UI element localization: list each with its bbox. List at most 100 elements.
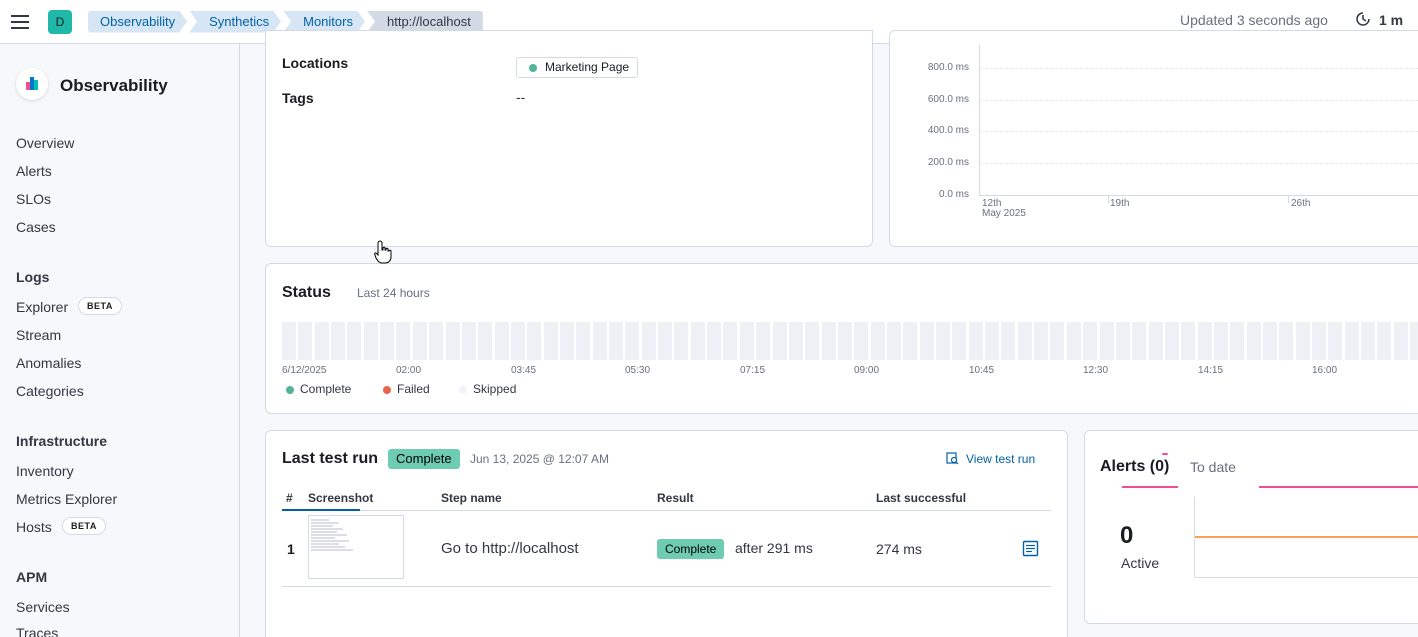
inspect-icon[interactable] <box>946 452 959 465</box>
status-timeline-cell[interactable] <box>822 322 836 360</box>
sidebar-item-metrics-explorer[interactable]: Metrics Explorer <box>16 491 117 507</box>
refresh-icon[interactable] <box>1355 11 1371 27</box>
status-timeline-cell[interactable] <box>642 322 656 360</box>
status-timeline-cell[interactable] <box>1377 322 1391 360</box>
status-timeline-cell[interactable] <box>1410 322 1418 360</box>
status-timeline-cell[interactable] <box>1279 322 1293 360</box>
status-timeline-cell[interactable] <box>1328 322 1342 360</box>
sidebar-item-anomalies[interactable]: Anomalies <box>16 355 81 371</box>
status-timeline-cell[interactable] <box>936 322 950 360</box>
status-timeline-cell[interactable] <box>1263 322 1277 360</box>
status-timeline-cell[interactable] <box>429 322 443 360</box>
status-timeline-cell[interactable] <box>478 322 492 360</box>
status-timeline-cell[interactable] <box>1181 322 1195 360</box>
status-timeline-cell[interactable] <box>1361 322 1375 360</box>
status-timeline-cell[interactable] <box>707 322 721 360</box>
status-timeline-cell[interactable] <box>1345 322 1359 360</box>
status-timeline-cell[interactable] <box>1034 322 1048 360</box>
x-tick-mark <box>1108 195 1109 203</box>
sidebar-item-inventory[interactable]: Inventory <box>16 463 74 479</box>
status-timeline-cell[interactable] <box>380 322 394 360</box>
sidebar: Observability Overview Alerts SLOs Cases… <box>0 44 240 637</box>
status-timeline-cell[interactable] <box>920 322 934 360</box>
status-timeline-cell[interactable] <box>773 322 787 360</box>
sidebar-item-slos[interactable]: SLOs <box>16 191 51 207</box>
status-timeline-cell[interactable] <box>1214 322 1228 360</box>
status-timeline-cell[interactable] <box>871 322 885 360</box>
sidebar-item-services[interactable]: Services <box>16 599 70 615</box>
breadcrumb-observability[interactable]: Observability <box>88 11 187 33</box>
sidebar-item-stream[interactable]: Stream <box>16 327 61 343</box>
status-timeline-cell[interactable] <box>1165 322 1179 360</box>
status-timeline-cell[interactable] <box>495 322 509 360</box>
status-timeline-cell[interactable] <box>347 322 361 360</box>
status-timeline-cell[interactable] <box>1083 322 1097 360</box>
status-timeline-cell[interactable] <box>527 322 541 360</box>
document-icon[interactable] <box>1022 540 1039 557</box>
status-timeline-cell[interactable] <box>789 322 803 360</box>
sidebar-item-alerts[interactable]: Alerts <box>16 163 52 179</box>
step-screenshot-thumbnail[interactable] <box>308 515 404 579</box>
column-header-screenshot[interactable]: Screenshot <box>308 491 373 505</box>
status-timeline-cell[interactable] <box>609 322 623 360</box>
status-timeline-cell[interactable] <box>1198 322 1212 360</box>
status-timeline-cell[interactable] <box>1050 322 1064 360</box>
status-timeline-cell[interactable] <box>887 322 901 360</box>
status-timeline-cell[interactable] <box>396 322 410 360</box>
status-timeline-cell[interactable] <box>985 322 999 360</box>
sidebar-item-hosts[interactable]: Hosts <box>16 519 52 535</box>
status-timeline-cell[interactable] <box>1100 322 1114 360</box>
menu-toggle-button[interactable] <box>0 0 40 44</box>
refresh-interval[interactable]: 1 m <box>1379 12 1403 28</box>
status-timeline-cell[interactable] <box>576 322 590 360</box>
status-timeline-cell[interactable] <box>1296 322 1310 360</box>
status-timeline-cell[interactable] <box>1018 322 1032 360</box>
status-timeline-cell[interactable] <box>903 322 917 360</box>
tab-to-date[interactable]: To date <box>1190 459 1236 475</box>
status-timeline-cell[interactable] <box>364 322 378 360</box>
status-timeline-cell[interactable] <box>1394 322 1408 360</box>
status-timeline-cell[interactable] <box>462 322 476 360</box>
tab-alerts[interactable]: Alerts (0) <box>1100 458 1169 476</box>
space-avatar[interactable]: D <box>48 9 72 34</box>
status-timeline-cell[interactable] <box>413 322 427 360</box>
sidebar-item-categories[interactable]: Categories <box>16 383 84 399</box>
status-timeline-cell[interactable] <box>511 322 525 360</box>
status-timeline-cell[interactable] <box>446 322 460 360</box>
status-timeline-cell[interactable] <box>723 322 737 360</box>
status-timeline-cell[interactable] <box>952 322 966 360</box>
status-timeline-cell[interactable] <box>315 322 329 360</box>
status-timeline-cell[interactable] <box>838 322 852 360</box>
status-timeline-cell[interactable] <box>282 322 296 360</box>
active-column-indicator <box>282 509 360 511</box>
sidebar-item-explorer[interactable]: Explorer <box>16 299 68 315</box>
status-timeline-cell[interactable] <box>658 322 672 360</box>
status-timeline-cell[interactable] <box>969 322 983 360</box>
status-timeline-cell[interactable] <box>331 322 345 360</box>
sidebar-item-traces[interactable]: Traces <box>16 625 58 637</box>
status-timeline-cell[interactable] <box>674 322 688 360</box>
status-timeline-cell[interactable] <box>805 322 819 360</box>
status-timeline-cell[interactable] <box>544 322 558 360</box>
status-timeline-cell[interactable] <box>1247 322 1261 360</box>
sidebar-item-overview[interactable]: Overview <box>16 135 74 151</box>
status-timeline-cell[interactable] <box>1067 322 1081 360</box>
status-timeline-cell[interactable] <box>740 322 754 360</box>
sidebar-item-cases[interactable]: Cases <box>16 219 56 235</box>
status-timeline-cell[interactable] <box>1312 322 1326 360</box>
location-badge[interactable]: Marketing Page <box>516 57 639 78</box>
status-timeline-cell[interactable] <box>691 322 705 360</box>
status-timeline-cell[interactable] <box>1230 322 1244 360</box>
status-timeline-cell[interactable] <box>560 322 574 360</box>
status-timeline-cell[interactable] <box>298 322 312 360</box>
status-timeline-cell[interactable] <box>1116 322 1130 360</box>
status-timeline-cell[interactable] <box>756 322 770 360</box>
time-label: 12:30 <box>1083 365 1109 376</box>
status-timeline-cell[interactable] <box>1001 322 1015 360</box>
status-timeline-cell[interactable] <box>625 322 639 360</box>
status-timeline-cell[interactable] <box>1132 322 1146 360</box>
status-timeline-cell[interactable] <box>854 322 868 360</box>
status-timeline-cell[interactable] <box>1149 322 1163 360</box>
view-test-run-link[interactable]: View test run <box>966 452 1035 466</box>
status-timeline-cell[interactable] <box>593 322 607 360</box>
